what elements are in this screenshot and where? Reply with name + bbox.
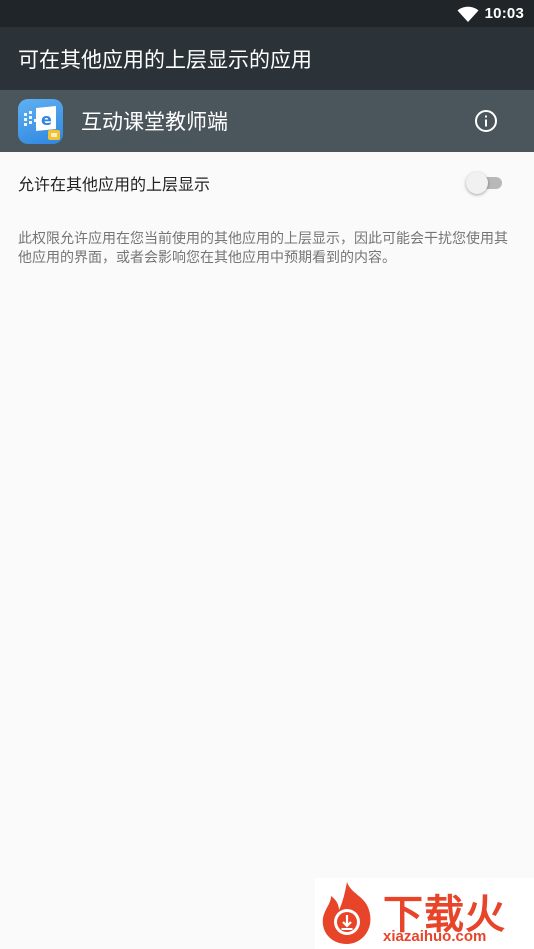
flame-logo-icon [322,882,371,944]
screen: 10:03 可在其他应用的上层显示的应用 e 互动课堂教师端 允许在其他应用的上… [0,0,534,949]
page-title: 可在其他应用的上层显示的应用 [18,47,312,72]
permission-label: 允许在其他应用的上层显示 [18,175,211,194]
info-icon[interactable] [474,109,498,133]
app-icon: e [18,98,63,144]
watermark-domain: xiazaihuo.com [383,928,487,945]
app-name: 互动课堂教师端 [81,110,228,134]
toggle-thumb [466,172,488,194]
permission-description: 此权限允许应用在您当前使用的其他应用的上层显示，因此可能会干扰您使用其他应用的界… [18,231,508,266]
permission-toggle[interactable] [466,172,504,194]
status-time: 10:03 [484,5,524,22]
status-bar: 10:03 [0,0,534,27]
action-bar: 可在其他应用的上层显示的应用 [0,27,534,90]
watermark: 下载火 xiazaihuo.com [315,878,534,949]
svg-text:e: e [41,110,52,129]
permission-row[interactable]: 允许在其他应用的上层显示 [0,152,534,214]
app-header: e 互动课堂教师端 [0,90,534,152]
wifi-icon [457,6,479,22]
